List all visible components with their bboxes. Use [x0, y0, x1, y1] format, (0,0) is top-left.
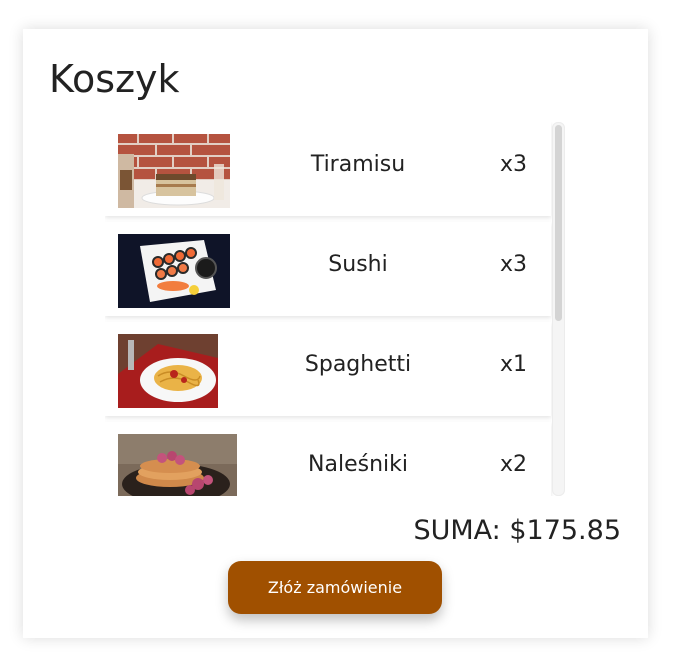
cart-item-spaghetti: Spaghetti x1: [105, 322, 551, 416]
item-quantity: x2: [499, 452, 527, 477]
item-name: Spaghetti: [304, 352, 412, 377]
cart-item-sushi: Sushi x3: [105, 222, 551, 316]
item-quantity: x3: [499, 152, 527, 177]
cart-panel: Koszyk Tiramisu x3 Sushi x3 Spaghetti x1…: [23, 29, 648, 638]
list-scrollbar[interactable]: [552, 122, 565, 496]
item-name: Tiramisu: [310, 152, 406, 177]
cart-item-nalesniki: Naleśniki x2: [105, 422, 551, 496]
cart-total: SUMA: $175.85: [413, 515, 621, 546]
item-quantity: x1: [499, 352, 527, 377]
cart-item-tiramisu: Tiramisu x3: [105, 122, 551, 216]
pancakes-image: [118, 434, 237, 496]
spaghetti-image: [118, 334, 218, 408]
tiramisu-image: [118, 134, 230, 208]
page-title: Koszyk: [49, 57, 180, 101]
scrollbar-thumb[interactable]: [555, 125, 562, 321]
sushi-image: [118, 234, 230, 308]
cart-item-list[interactable]: Tiramisu x3 Sushi x3 Spaghetti x1 Naleśn…: [105, 122, 565, 496]
place-order-button[interactable]: Złóż zamówienie: [228, 561, 442, 614]
item-quantity: x3: [499, 252, 527, 277]
item-name: Naleśniki: [308, 452, 408, 477]
item-name: Sushi: [328, 252, 388, 277]
